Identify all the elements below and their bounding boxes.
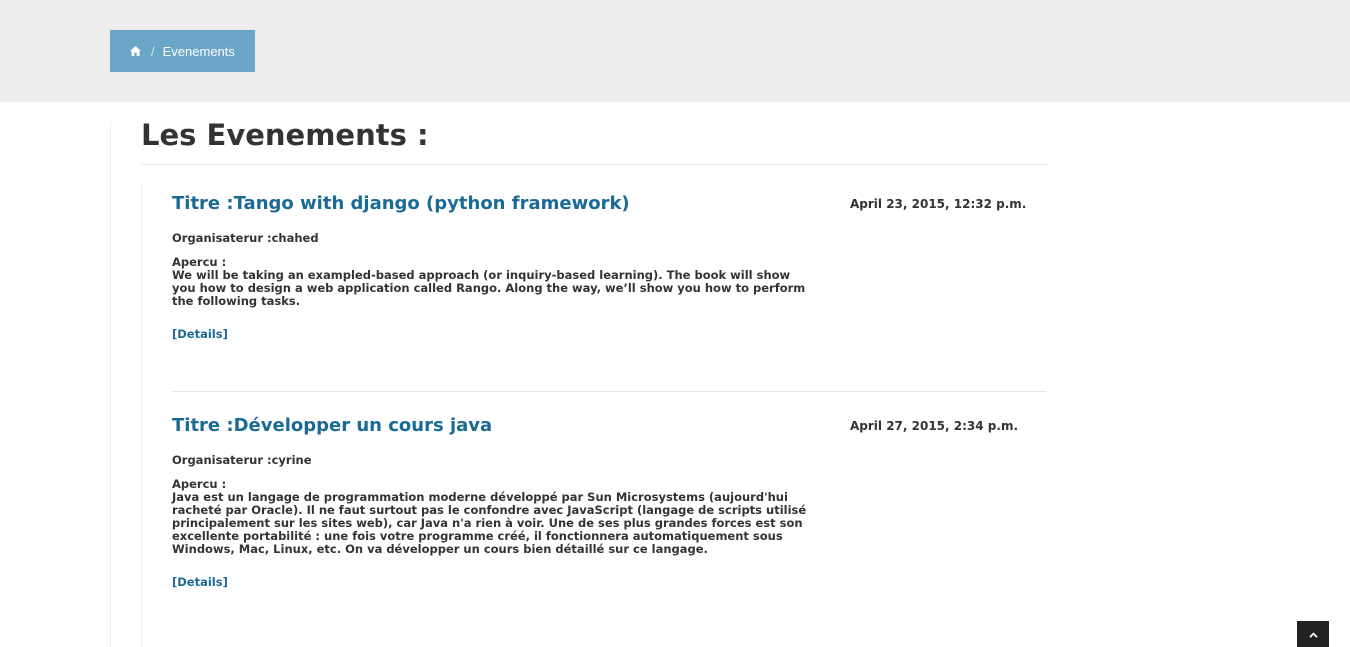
event-organizer: Organisaterur :cyrine [172, 453, 312, 467]
left-border [110, 122, 111, 647]
chevron-up-icon [1308, 631, 1318, 638]
event-organizer: Organisaterur :chahed [172, 231, 319, 245]
breadcrumb-home-link[interactable] [130, 46, 141, 56]
event-item: Titre :Tango with django (python framewo… [172, 193, 1046, 342]
event-date: April 23, 2015, 12:32 p.m. [850, 197, 1027, 211]
top-banner: / Evenements [0, 0, 1350, 102]
breadcrumb-current[interactable]: Evenements [163, 44, 235, 59]
breadcrumb: / Evenements [110, 30, 255, 72]
event-apercu-text: We will be taking an exampled-based appr… [172, 268, 806, 308]
event-details-link[interactable]: [Details] [172, 327, 228, 341]
title-divider [141, 164, 1047, 165]
event-apercu-text: Java est un langage de programmation mod… [172, 490, 807, 556]
event-date: April 27, 2015, 2:34 p.m. [850, 419, 1019, 433]
scroll-to-top-button[interactable] [1297, 621, 1329, 647]
home-icon [130, 46, 141, 56]
event-details-link[interactable]: [Details] [172, 575, 228, 589]
event-list-border [141, 184, 142, 647]
event-divider [172, 391, 1046, 392]
page-title: Les Evenements : [141, 118, 429, 152]
breadcrumb-separator: / [151, 43, 155, 59]
event-item: Titre :Développer un cours java April 27… [172, 415, 1046, 590]
